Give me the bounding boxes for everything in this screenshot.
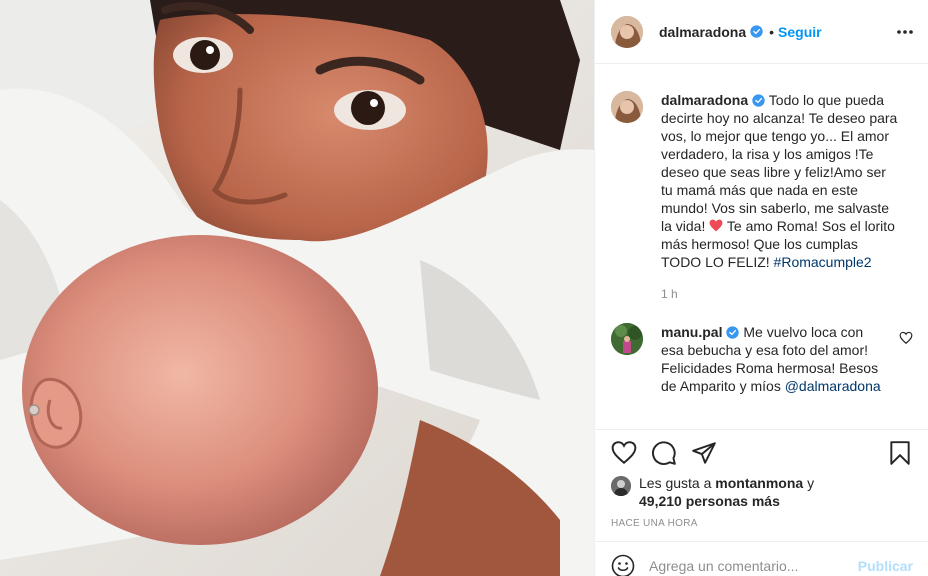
author-avatar[interactable] [611,15,643,48]
post-header: dalmaradona • Seguir [595,0,928,64]
caption-username[interactable]: dalmaradona [661,92,748,108]
commenter-username[interactable]: manu.pal [661,324,722,340]
comment-input[interactable] [649,554,849,576]
caption-avatar[interactable] [611,91,643,123]
add-comment-bar: Publicar [595,541,928,576]
caption-time[interactable]: 1 h [661,287,678,301]
action-icons-row [611,440,913,468]
publish-button[interactable]: Publicar [858,558,913,574]
commenter-avatar[interactable] [611,323,643,355]
author-username[interactable]: dalmaradona [659,24,746,40]
verified-badge-icon [750,25,763,38]
photo-illustration [0,0,594,576]
caption-text-block: dalmaradona Todo lo que pueda decirte ho… [661,91,901,271]
comment-text-block: manu.pal Me vuelvo loca con esa bebucha … [661,323,883,395]
hashtag-link[interactable]: #Romacumple2 [774,254,872,270]
post-actions-section: Les gusta a montanmona y 49,210 personas… [595,429,928,576]
likes-connector: y [807,475,815,491]
liker-avatar[interactable] [611,476,631,496]
bookmark-icon[interactable] [887,440,913,466]
post-timestamp[interactable]: HACE UNA HORA [611,518,698,529]
post-detail-panel: dalmaradona • Seguir dalmaradona Todo lo… [594,0,928,576]
share-icon[interactable] [691,440,717,466]
verified-badge-icon [726,325,740,339]
separator-dot: • [769,23,775,40]
likes-text: Les gusta a montanmona y 49,210 personas… [639,474,909,510]
liker-username[interactable]: montanmona [715,475,803,491]
heart-icon[interactable] [611,440,637,466]
comments-list[interactable]: dalmaradona Todo lo que pueda decirte ho… [595,65,928,429]
emoji-icon[interactable] [611,554,635,576]
red-heart-emoji-icon [709,218,723,232]
post-photo[interactable] [0,0,594,576]
follow-button[interactable]: Seguir [778,24,822,40]
likes-prefix: Les gusta a [639,475,712,491]
verified-badge-icon [752,93,765,107]
more-options-icon[interactable] [895,22,915,42]
comment-item: manu.pal Me vuelvo loca con esa bebucha … [611,323,913,423]
caption-comment: dalmaradona Todo lo que pueda decirte ho… [611,91,913,321]
caption-text: Todo lo que pueda decirte hoy no alcanza… [661,92,898,234]
mention-link[interactable]: @dalmaradona [785,378,881,394]
likes-count[interactable]: 49,210 personas más [639,493,780,509]
comment-icon[interactable] [651,440,677,466]
comment-like-heart-icon[interactable] [899,331,913,345]
